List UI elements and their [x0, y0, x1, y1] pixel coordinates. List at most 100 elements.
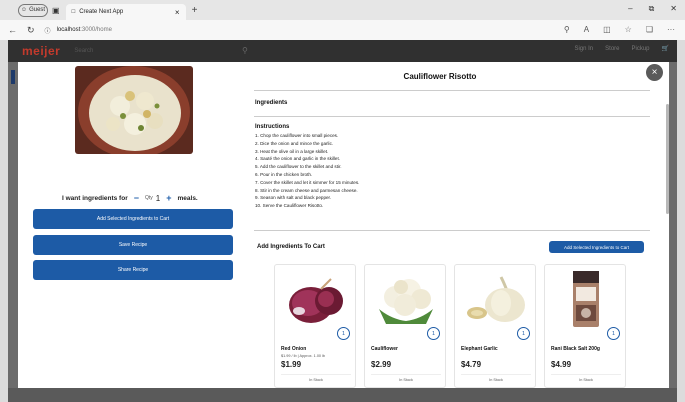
- product-card[interactable]: 1 Rani Black Salt 200g $4.99 In Stock: [544, 264, 626, 388]
- modal-scrollbar[interactable]: [666, 104, 669, 214]
- person-icon: ☺: [20, 7, 28, 13]
- stock-status: In Stock: [399, 378, 413, 382]
- ingredients-heading: Ingredients: [255, 100, 288, 106]
- recipe-title: Cauliflower Risotto: [403, 72, 477, 81]
- browser-tab-bar: ☺ Guest ▣ □ Create Next App × + – ⧉ ✕: [0, 0, 685, 20]
- address-bar: ← ↻ ⓘ localhost:3000/home ⚲ A ◫ ☆ ❏ ···: [0, 20, 685, 40]
- product-name: Rani Black Salt 200g: [551, 346, 600, 352]
- url-field[interactable]: ⓘ localhost:3000/home: [45, 26, 112, 35]
- add-selected-ingredients-button[interactable]: Add Selected Ingredients to Cart: [549, 241, 644, 253]
- instruction-step: 1. Chop the cauliflower into small piece…: [255, 133, 339, 138]
- browser-tab[interactable]: □ Create Next App ×: [65, 4, 186, 20]
- instruction-step: 3. Heat the olive oil in a large skillet…: [255, 148, 329, 154]
- instruction-step: 5. Add the cauliflower to the skillet an…: [255, 164, 342, 170]
- meal-quantity-prefix: I want ingredients for: [62, 194, 128, 202]
- stock-status: In Stock: [309, 378, 323, 382]
- header-link-pickup[interactable]: Pickup: [632, 46, 650, 52]
- product-card[interactable]: 1 Red Onion $1.99 / lb | Approx. 1.00 lb…: [274, 264, 356, 388]
- product-unit-price: $1.99 / lb | Approx. 1.00 lb: [281, 354, 326, 358]
- meal-quantity-suffix: meals.: [177, 194, 198, 202]
- site-logo[interactable]: meijer: [22, 44, 60, 58]
- instructions-heading: Instructions: [255, 124, 290, 130]
- product-card[interactable]: 1 Elephant Garlic $4.79 In Stock: [454, 264, 536, 388]
- stock-status: In Stock: [579, 378, 593, 382]
- product-price: $1.99: [281, 360, 302, 369]
- share-recipe-button[interactable]: Share Recipe: [33, 260, 233, 280]
- qty-label: Qty: [145, 195, 153, 201]
- profile-label: Guest: [29, 7, 46, 13]
- product-image-elephant-garlic: [461, 269, 531, 329]
- backdrop-bottom: [8, 388, 677, 402]
- product-price: $4.99: [551, 360, 572, 369]
- close-icon: ×: [651, 67, 658, 78]
- tab-actions-icon[interactable]: ▣: [52, 6, 60, 15]
- quantity-badge[interactable]: 1: [337, 327, 350, 340]
- page-icon: □: [71, 9, 76, 15]
- reload-icon[interactable]: ↻: [27, 25, 35, 36]
- qty-value[interactable]: 1: [156, 194, 160, 203]
- product-image-red-onion: [281, 269, 351, 329]
- add-selected-to-cart-button[interactable]: Add Selected Ingredients to Cart: [33, 209, 233, 229]
- stock-status: In Stock: [489, 378, 503, 382]
- close-tab-icon[interactable]: ×: [175, 8, 180, 17]
- close-window-icon[interactable]: ✕: [670, 4, 677, 14]
- quantity-badge[interactable]: 1: [517, 327, 530, 340]
- maximize-icon[interactable]: ⧉: [649, 4, 655, 14]
- read-aloud-icon[interactable]: A: [584, 25, 589, 34]
- instruction-step: 2. Dice the onion and mince the garlic.: [255, 140, 334, 146]
- cart-section-heading: Add Ingredients To Cart: [257, 244, 325, 250]
- site-search-input[interactable]: Search: [74, 45, 234, 57]
- tab-title: Create Next App: [79, 9, 124, 15]
- product-image-cauliflower: [371, 269, 441, 329]
- quantity-stepper: − Qty 1 +: [134, 193, 172, 203]
- back-icon[interactable]: ←: [8, 25, 17, 35]
- instruction-step: 8. Stir in the cream cheese and parmesan…: [255, 187, 358, 193]
- quantity-badge[interactable]: 1: [607, 327, 620, 340]
- more-icon[interactable]: ···: [667, 25, 675, 34]
- divider: [254, 230, 650, 231]
- header-link-store[interactable]: Store: [605, 46, 619, 52]
- decrement-button[interactable]: −: [134, 193, 139, 203]
- meal-quantity-row: I want ingredients for − Qty 1 + meals.: [62, 193, 198, 203]
- product-card[interactable]: 1 Cauliflower $2.99 In Stock: [364, 264, 446, 388]
- product-price: $2.99: [371, 360, 392, 369]
- site-header: meijer Search ⚲ Sign In Store Pickup 🛒: [8, 40, 677, 62]
- increment-button[interactable]: +: [166, 193, 171, 203]
- product-price: $4.79: [461, 360, 482, 369]
- recipe-image: [75, 66, 193, 154]
- cart-icon[interactable]: 🛒: [662, 45, 669, 52]
- profile-button[interactable]: ☺ Guest: [18, 3, 48, 17]
- recipe-modal: × I want ingredients for − Qty 1 + meals…: [18, 62, 669, 388]
- extensions-icon[interactable]: ◫: [603, 25, 611, 34]
- divider: [254, 90, 650, 91]
- instruction-step: 6. Pour in the chicken broth.: [255, 171, 313, 177]
- favorite-icon[interactable]: ☆: [625, 25, 632, 34]
- collections-icon[interactable]: ❏: [646, 25, 653, 34]
- search-icon[interactable]: ⚲: [242, 46, 248, 55]
- instruction-step: 10. Serve the Cauliflower Risotto.: [255, 203, 324, 209]
- instructions-list: 1. Chop the cauliflower into small piece…: [255, 132, 359, 210]
- product-name: Cauliflower: [371, 346, 398, 352]
- product-image-black-salt: [551, 269, 621, 329]
- info-icon[interactable]: ⓘ: [45, 26, 51, 35]
- header-links: Sign In Store Pickup 🛒: [574, 45, 669, 53]
- save-recipe-button[interactable]: Save Recipe: [33, 235, 233, 255]
- close-modal-button[interactable]: ×: [646, 64, 663, 81]
- divider: [254, 116, 650, 117]
- instruction-step: 7. Cover the skillet and let it simmer f…: [255, 179, 360, 185]
- quantity-badge[interactable]: 1: [427, 327, 440, 340]
- url-host: localhost: [56, 27, 81, 33]
- backdrop-left: [8, 62, 18, 392]
- instruction-step: 4. Sauté the onion and garlic in the ski…: [255, 156, 341, 162]
- browser-toolbar: ⚲ A ◫ ☆ ❏ ···: [564, 25, 675, 34]
- backdrop-right: [669, 62, 677, 392]
- zoom-icon[interactable]: ⚲: [564, 25, 570, 34]
- url-path: :3000/home: [80, 27, 112, 33]
- window-controls: – ⧉ ✕: [628, 4, 677, 14]
- product-name: Elephant Garlic: [461, 346, 498, 352]
- header-link-signin[interactable]: Sign In: [574, 46, 593, 52]
- minimize-icon[interactable]: –: [628, 4, 632, 14]
- instruction-step: 9. Season with salt and black pepper.: [255, 195, 332, 201]
- new-tab-icon[interactable]: +: [192, 5, 198, 16]
- product-name: Red Onion: [281, 346, 307, 352]
